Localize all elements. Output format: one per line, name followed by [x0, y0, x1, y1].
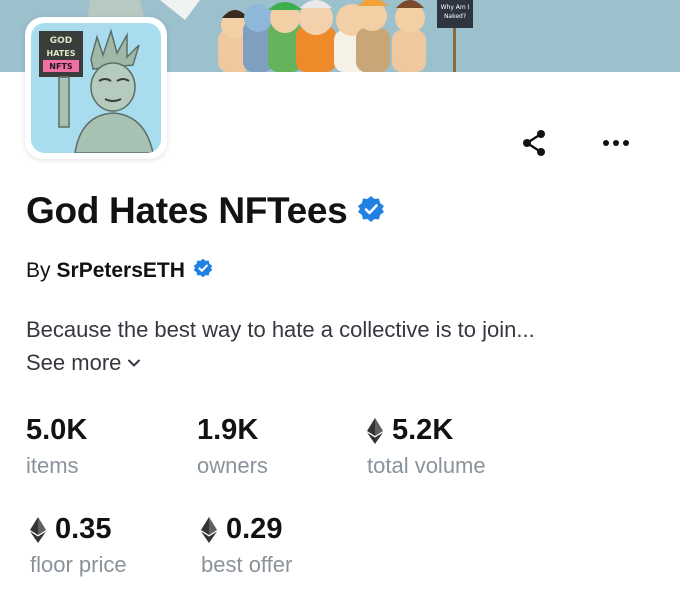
ethereum-icon [30, 516, 46, 543]
stat-best-offer: 0.29 best offer [201, 513, 292, 578]
ethereum-icon [201, 516, 217, 543]
more-icon [603, 140, 629, 146]
more-button[interactable] [594, 121, 638, 165]
sign-text-2: Naked? [444, 13, 466, 20]
stat-value: 0.35 [55, 513, 112, 545]
see-more-button[interactable]: See more [26, 350, 141, 376]
stat-value-row: 0.29 [201, 513, 292, 546]
stat-value: 0.29 [226, 513, 283, 545]
share-button[interactable] [512, 121, 556, 165]
creator-verified-badge-icon [193, 258, 213, 284]
ethereum-icon [367, 417, 383, 444]
collection-avatar[interactable]: GOD HATES NFTS [25, 17, 167, 159]
stat-floor-price: 0.35 floor price [30, 513, 127, 578]
stat-label: floor price [30, 552, 127, 577]
title-row: God Hates NFTees [26, 190, 385, 232]
stat-items: 5.0K items [26, 414, 87, 479]
chevron-down-icon [128, 359, 141, 367]
see-more-label: See more [26, 350, 122, 375]
logo-text-3: NFTS [49, 62, 73, 71]
creator-row: By SrPetersETH [26, 258, 213, 284]
share-icon [523, 130, 545, 156]
sign-text-1: Why Am I [441, 4, 470, 11]
logo-text-2: HATES [47, 49, 76, 58]
stat-value: 5.2K [392, 414, 454, 446]
stat-label: total volume [367, 453, 486, 478]
verified-badge-icon [357, 195, 385, 228]
stat-total-volume: 5.2K total volume [367, 414, 486, 479]
by-label: By [26, 259, 51, 282]
logo-text-1: GOD [50, 36, 73, 46]
collection-description: Because the best way to hate a collectiv… [26, 317, 535, 342]
stat-owners: 1.9K owners [197, 414, 268, 479]
stat-value-row: 5.2K [367, 414, 486, 447]
stat-label: best offer [201, 552, 293, 577]
avatar-image: GOD HATES NFTS [31, 23, 161, 153]
creator-link[interactable]: SrPetersETH [57, 259, 185, 283]
stat-label: items [26, 453, 79, 478]
stat-label: owners [197, 453, 268, 478]
collection-title: God Hates NFTees [26, 190, 348, 231]
stat-value: 1.9K [197, 414, 259, 446]
stat-value: 5.0K [26, 414, 88, 446]
stat-value-row: 0.35 [30, 513, 127, 546]
